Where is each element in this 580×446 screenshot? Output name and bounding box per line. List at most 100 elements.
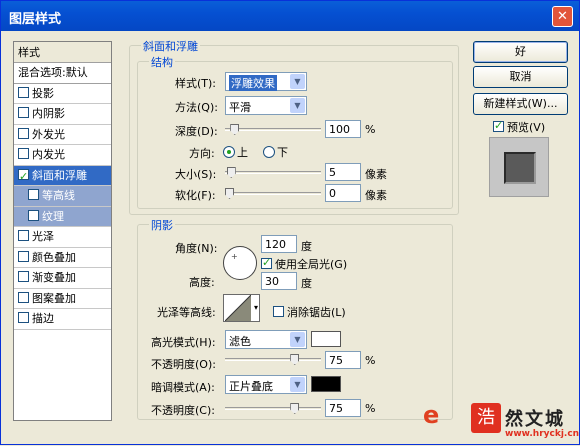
angle-input[interactable]: 120 bbox=[261, 235, 297, 253]
highlight-mode-value: 滤色 bbox=[229, 335, 251, 348]
watermark-text: 然文城 bbox=[505, 409, 565, 430]
checkbox-icon[interactable] bbox=[28, 189, 39, 200]
size-label: 大小(S): bbox=[175, 168, 217, 181]
shadow-mode-select[interactable]: 正片叠底 ▼ bbox=[225, 375, 307, 394]
global-light-checkbox[interactable]: 使用全局光(G) bbox=[261, 256, 347, 272]
sidebar-item-3[interactable]: 外发光 bbox=[14, 125, 111, 145]
watermark-url: www.hryckj.cn bbox=[505, 429, 580, 439]
crosshair-icon: + bbox=[231, 252, 238, 261]
style-label: 样式(T): bbox=[175, 77, 217, 90]
shadow-color-swatch[interactable] bbox=[311, 376, 341, 392]
direction-down-label: 下 bbox=[277, 146, 288, 159]
size-input[interactable]: 5 bbox=[325, 163, 361, 181]
layer-style-dialog: 图层样式 ✕ 样式 混合选项:默认 投影内阴影外发光内发光斜面和浮雕等高线纹理光… bbox=[0, 0, 580, 445]
new-style-button[interactable]: 新建样式(W)... bbox=[473, 93, 568, 115]
shadow-opacity-input[interactable]: 75 bbox=[325, 399, 361, 417]
sidebar-item-label: 渐变叠加 bbox=[32, 271, 76, 284]
sidebar-item-9[interactable]: 颜色叠加 bbox=[14, 248, 111, 268]
sidebar-item-blend-options[interactable]: 混合选项:默认 bbox=[14, 63, 111, 84]
chevron-down-icon: ▼ bbox=[290, 98, 305, 113]
sidebar-item-label: 颜色叠加 bbox=[32, 250, 76, 264]
highlight-opacity-thumb[interactable] bbox=[290, 354, 300, 365]
method-select[interactable]: 平滑 ▼ bbox=[225, 96, 307, 115]
sidebar-item-11[interactable]: 图案叠加 bbox=[14, 289, 111, 309]
sidebar-item-10[interactable]: 渐变叠加 bbox=[14, 268, 111, 289]
shadow-opacity-slider[interactable] bbox=[225, 403, 321, 414]
checkbox-icon[interactable] bbox=[18, 230, 29, 241]
shadow-opacity-label: 不透明度(C): bbox=[151, 404, 215, 417]
depth-unit: % bbox=[365, 123, 376, 136]
checkbox-icon[interactable] bbox=[18, 107, 29, 118]
radio-up-icon bbox=[223, 146, 235, 158]
checkbox-icon[interactable] bbox=[28, 209, 39, 221]
soften-input[interactable]: 0 bbox=[325, 184, 361, 202]
direction-down-radio[interactable]: 下 bbox=[263, 144, 288, 160]
soften-slider-thumb[interactable] bbox=[225, 188, 234, 199]
depth-slider-thumb[interactable] bbox=[230, 124, 240, 135]
style-select[interactable]: 浮雕效果 ▼ bbox=[225, 72, 307, 91]
sidebar-item-label: 内阴影 bbox=[32, 107, 65, 120]
method-label: 方法(Q): bbox=[175, 101, 218, 114]
altitude-label: 高度: bbox=[189, 276, 215, 289]
shadow-opacity-thumb[interactable] bbox=[290, 403, 300, 414]
checkbox-icon[interactable] bbox=[18, 250, 29, 262]
sidebar-item-5[interactable]: 斜面和浮雕 bbox=[14, 165, 111, 187]
angle-dial[interactable]: + bbox=[223, 246, 257, 280]
soften-unit: 像素 bbox=[365, 189, 387, 202]
window-title: 图层样式 bbox=[9, 12, 62, 27]
altitude-input[interactable]: 30 bbox=[261, 272, 297, 290]
highlight-color-swatch[interactable] bbox=[311, 331, 341, 347]
preview-checkbox[interactable]: 预览(V) bbox=[493, 119, 545, 135]
soften-label: 软化(F): bbox=[175, 189, 216, 202]
highlight-opacity-input[interactable]: 75 bbox=[325, 351, 361, 369]
cancel-button[interactable]: 取消 bbox=[473, 66, 568, 88]
checkbox-icon[interactable] bbox=[18, 312, 29, 323]
preview-square bbox=[504, 152, 536, 184]
sidebar-item-label: 外发光 bbox=[32, 127, 65, 141]
structure-title: 结构 bbox=[149, 54, 175, 70]
sidebar-item-7[interactable]: 纹理 bbox=[14, 206, 111, 227]
close-icon[interactable]: ✕ bbox=[552, 6, 573, 27]
sidebar-item-label: 斜面和浮雕 bbox=[32, 168, 87, 182]
highlight-mode-select[interactable]: 滤色 ▼ bbox=[225, 330, 307, 349]
shadow-mode-label: 暗调模式(A): bbox=[151, 381, 215, 394]
highlight-opacity-unit: % bbox=[365, 354, 376, 367]
sidebar-item-1[interactable]: 投影 bbox=[14, 84, 111, 104]
sidebar-item-6[interactable]: 等高线 bbox=[14, 186, 111, 207]
global-light-label: 使用全局光(G) bbox=[275, 258, 348, 271]
depth-slider[interactable] bbox=[225, 124, 321, 135]
angle-unit: 度 bbox=[301, 240, 312, 253]
checkbox-icon[interactable] bbox=[18, 291, 29, 303]
size-unit: 像素 bbox=[365, 168, 387, 181]
checkbox-icon[interactable] bbox=[18, 127, 29, 139]
chevron-down-icon: ▾ bbox=[253, 303, 258, 312]
gloss-contour-picker[interactable]: ▾ bbox=[223, 294, 260, 322]
bevel-emboss-title: 斜面和浮雕 bbox=[141, 38, 200, 54]
direction-up-label: 上 bbox=[237, 146, 248, 159]
antialias-checkbox[interactable]: 消除锯齿(L) bbox=[273, 304, 346, 320]
checkbox-icon[interactable] bbox=[18, 86, 29, 98]
size-slider-thumb[interactable] bbox=[226, 167, 236, 178]
highlight-opacity-slider[interactable] bbox=[225, 354, 321, 365]
size-slider[interactable] bbox=[225, 167, 321, 178]
checkbox-icon bbox=[261, 256, 272, 269]
ok-button[interactable]: 好 bbox=[473, 41, 568, 63]
altitude-unit: 度 bbox=[301, 277, 312, 290]
chevron-down-icon: ▼ bbox=[290, 332, 305, 347]
watermark-e: e bbox=[423, 401, 440, 429]
highlight-mode-label: 高光模式(H): bbox=[151, 336, 216, 349]
sidebar-item-2[interactable]: 内阴影 bbox=[14, 104, 111, 125]
checkbox-icon[interactable] bbox=[18, 167, 29, 187]
checkbox-icon bbox=[273, 306, 284, 317]
sidebar-header: 样式 bbox=[14, 42, 111, 63]
checkbox-icon[interactable] bbox=[18, 271, 29, 282]
sidebar-item-4[interactable]: 内发光 bbox=[14, 145, 111, 166]
soften-slider[interactable] bbox=[225, 188, 321, 199]
direction-up-radio[interactable]: 上 bbox=[223, 144, 248, 160]
checkbox-icon[interactable] bbox=[18, 148, 29, 159]
sidebar-item-label: 光泽 bbox=[32, 230, 54, 243]
sidebar-item-8[interactable]: 光泽 bbox=[14, 227, 111, 248]
sidebar-item-label: 投影 bbox=[32, 86, 54, 100]
sidebar-item-12[interactable]: 描边 bbox=[14, 309, 111, 330]
depth-input[interactable]: 100 bbox=[325, 120, 361, 138]
